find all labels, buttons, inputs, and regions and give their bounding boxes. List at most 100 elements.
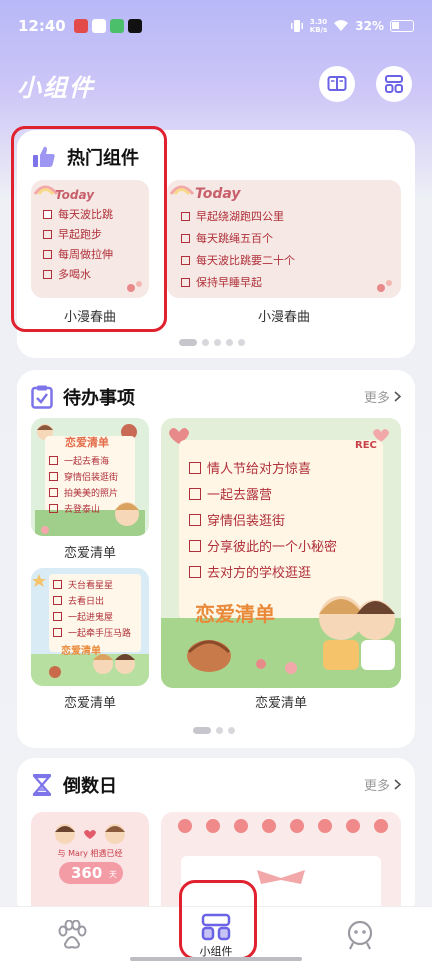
countdown-more-link[interactable]: 更多 xyxy=(364,775,401,794)
item-text: 去登泰山 xyxy=(64,505,101,515)
mail-icon xyxy=(91,19,106,33)
checkbox-icon xyxy=(49,488,58,497)
list-item: 去对方的学校逛逛 xyxy=(189,562,311,581)
checkbox-icon xyxy=(181,277,190,287)
pager-dot-active xyxy=(179,339,197,346)
countdown-days: 360 xyxy=(71,864,103,882)
chevron-right-icon xyxy=(394,779,401,790)
pager-dot xyxy=(216,727,223,734)
pager-dot-active xyxy=(193,727,211,734)
item-text: 去对方的学校逛逛 xyxy=(207,566,312,581)
tiktok-icon xyxy=(127,19,142,33)
item-text: 分享彼此的一个小秘密 xyxy=(207,540,338,555)
item-text: 一起进鬼屋 xyxy=(68,613,114,623)
app-notification-icon xyxy=(73,19,88,33)
item-text: 保持早睡早起 xyxy=(196,276,262,289)
checkbox-checked-icon xyxy=(53,580,62,589)
list-item: 每天跳绳五百个 xyxy=(181,230,273,246)
widget-footer: 恋爱清单 xyxy=(195,602,275,626)
widget-countdown-1[interactable]: 与 Mary 相遇已经 360 天 xyxy=(31,812,149,918)
status-right: 3.30 KB/s 32% xyxy=(290,18,414,34)
checkbox-icon xyxy=(53,612,62,621)
wifi-icon xyxy=(334,20,349,31)
widget-footer: 恋爱清单 xyxy=(61,646,101,657)
widget-love-list-2[interactable]: 天台看星星 去看日出 一起进鬼屋 一起牵手压马路 恋爱清单 xyxy=(31,568,149,686)
widget-love-list-1[interactable]: 恋爱清单 一起去看海 穿情侣装逛街 拍美美的照片 去登泰山 xyxy=(31,418,149,536)
speed-value: 3.30 xyxy=(309,18,328,26)
todo-title: 待办事项 xyxy=(63,388,135,409)
my-widgets-button[interactable] xyxy=(376,66,412,102)
rec-badge: REC xyxy=(355,440,377,451)
item-text: 穿情侣装逛街 xyxy=(64,473,119,483)
item-text: 去看日出 xyxy=(68,597,105,607)
status-time: 12:40 xyxy=(18,17,66,35)
item-text: 一起去露营 xyxy=(207,488,273,503)
robot-face-icon xyxy=(347,920,373,950)
checkbox-icon xyxy=(189,539,201,552)
widget-wide-todo[interactable]: Today 早起绕湖跑四公里 每天跳绳五百个 每天波比跳要二十个 保持早睡早起 xyxy=(167,180,401,298)
item-text: 每天波比跳要二十个 xyxy=(196,254,295,267)
widget-caption: 恋爱清单 xyxy=(254,696,307,711)
checkbox-icon xyxy=(53,596,62,605)
checkbox-checked-icon xyxy=(49,456,58,465)
pager-dot xyxy=(202,339,209,346)
list-item: 穿情侣装逛街 xyxy=(49,470,118,483)
widget-caption: 恋爱清单 xyxy=(63,696,116,711)
today-label: Today xyxy=(195,186,241,202)
countdown-header: 倒数日 xyxy=(31,772,117,798)
speed-unit: KB/s xyxy=(309,26,328,34)
list-item: 每天波比跳要二十个 xyxy=(181,252,295,268)
list-item: 一起去露营 xyxy=(189,484,272,503)
widget-caption: 小漫春曲 xyxy=(257,310,310,325)
pager-dot xyxy=(214,339,221,346)
list-item: 去登泰山 xyxy=(49,502,100,515)
hourglass-icon xyxy=(32,774,52,796)
nav-item-profile[interactable] xyxy=(330,907,390,964)
item-text: 天台看星星 xyxy=(68,581,114,591)
status-bar: 12:40 3.30 KB/s 32% xyxy=(0,0,432,52)
list-item: 一起进鬼屋 xyxy=(53,610,113,623)
list-item: 一起牵手压马路 xyxy=(53,626,131,639)
checkbox-icon xyxy=(181,233,190,243)
countdown-unit: 天 xyxy=(109,870,117,879)
checkbox-icon xyxy=(189,513,201,526)
item-text: 拍美美的照片 xyxy=(64,489,119,499)
widget-heading: 恋爱清单 xyxy=(65,436,109,449)
list-item: 保持早睡早起 xyxy=(181,274,262,290)
todo-header: 待办事项 xyxy=(31,384,135,410)
list-item: 拍美美的照片 xyxy=(49,486,118,499)
guide-button[interactable] xyxy=(319,66,355,102)
checkbox-checked-icon xyxy=(189,461,201,474)
nav-item-pet[interactable] xyxy=(42,907,102,964)
widget-grid-icon xyxy=(385,75,403,93)
list-item: 去看日出 xyxy=(53,594,104,607)
checkbox-icon xyxy=(189,565,201,578)
checkbox-icon xyxy=(189,487,201,500)
checkbox-icon xyxy=(49,504,58,513)
vibrate-icon xyxy=(290,20,303,32)
countdown-line: 与 Mary 相遇已经 xyxy=(57,849,123,858)
more-label: 更多 xyxy=(363,779,390,794)
highlight-outline xyxy=(179,880,257,960)
book-icon xyxy=(327,76,347,91)
battery-icon xyxy=(390,20,414,32)
clipboard-check-icon xyxy=(31,385,53,409)
widget-love-list-large[interactable]: REC 情人节给对方惊喜 一起去露营 穿情侣装逛街 分享彼此的一个小秘密 去对方… xyxy=(161,418,401,688)
todo-more-link[interactable]: 更多 xyxy=(364,387,401,406)
checkbox-icon xyxy=(181,255,190,265)
list-item: 穿情侣装逛街 xyxy=(189,510,285,529)
checkbox-icon xyxy=(53,628,62,637)
network-speed: 3.30 KB/s xyxy=(310,18,327,34)
paw-icon xyxy=(58,920,87,949)
app-notification-icon xyxy=(109,19,124,33)
carousel-pager xyxy=(193,727,235,734)
home-indicator xyxy=(130,957,302,961)
list-item: 一起去看海 xyxy=(49,454,109,467)
highlight-outline xyxy=(11,126,167,332)
item-text: 穿情侣装逛街 xyxy=(207,514,286,529)
more-label: 更多 xyxy=(363,391,390,406)
list-item: 情人节给对方惊喜 xyxy=(189,458,311,477)
checkbox-checked-icon xyxy=(181,211,190,221)
list-item: 天台看星星 xyxy=(53,578,113,591)
chevron-right-icon xyxy=(394,391,401,402)
